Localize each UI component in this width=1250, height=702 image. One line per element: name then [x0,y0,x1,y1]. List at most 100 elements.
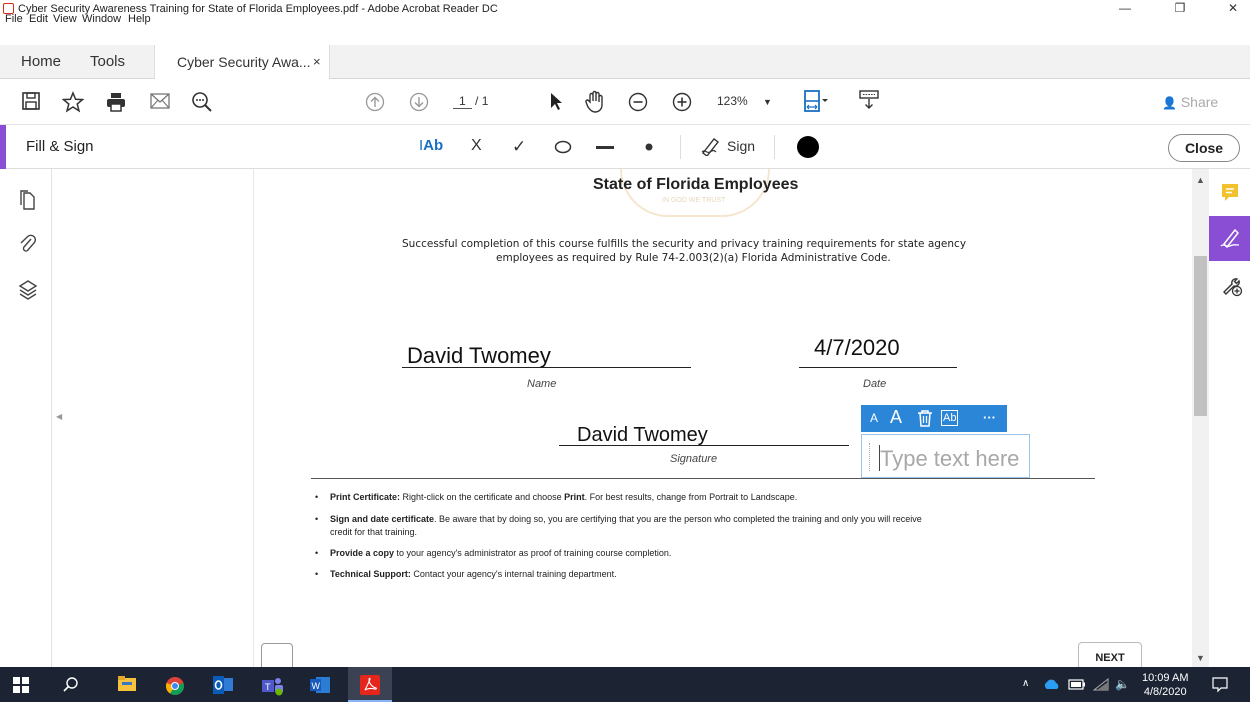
scrollbar-thumb[interactable] [1194,256,1207,416]
email-icon[interactable] [150,93,170,109]
outlook-icon[interactable] [213,676,233,694]
toolbar-divider [680,135,681,159]
system-clock[interactable]: 10:09 AM 4/8/2020 [1142,671,1188,699]
tab-document[interactable]: Cyber Security Awa... × [154,45,330,79]
date-field-value[interactable]: 4/7/2020 [814,335,900,361]
date-label: Date [863,378,887,390]
navigation-pane-toggle[interactable]: ◀ [52,169,66,667]
restore-button[interactable]: ❐ [1163,0,1197,16]
menu-file[interactable]: File [5,13,23,25]
layers-icon[interactable] [18,279,38,301]
bookmark-star-icon[interactable] [62,91,84,113]
scroll-up-icon[interactable]: ▲ [1196,175,1205,185]
pen-sign-icon [700,136,724,156]
zoom-out-icon[interactable] [628,92,648,112]
signature-field-value[interactable]: David Twomey [577,424,708,447]
name-field-value[interactable]: David Twomey [407,343,551,369]
delete-trash-icon[interactable] [916,409,934,427]
text-field-input[interactable]: Type text here [861,434,1030,478]
menu-edit[interactable]: Edit [29,13,48,25]
comment-icon[interactable] [1221,183,1239,203]
tab-tools[interactable]: Tools [90,53,125,70]
select-cursor-icon[interactable] [548,92,564,112]
increase-font-button[interactable]: A [890,407,902,428]
bullet-text: . Be aware that by doing so, you are cer… [434,514,922,524]
comb-field-button[interactable]: Ab [941,410,959,426]
svg-text:W: W [312,681,321,691]
page-number-input[interactable]: 1 [453,94,472,109]
bullet-provide-copy: • Provide a copy to your agency's adminis… [315,548,672,558]
battery-icon[interactable] [1068,679,1086,690]
menu-help[interactable]: Help [128,13,151,25]
fit-page-icon[interactable] [803,89,829,115]
print-icon[interactable] [105,91,127,113]
color-picker[interactable] [797,136,819,158]
file-explorer-icon[interactable] [118,676,136,694]
tab-home[interactable]: Home [21,53,61,70]
drag-handle[interactable] [869,443,871,471]
line-tool-icon[interactable] [596,146,614,150]
text-caret [879,445,880,471]
zoom-in-icon[interactable] [672,92,692,112]
volume-icon[interactable]: 🔈 [1115,677,1130,691]
menu-view[interactable]: View [53,13,77,25]
close-window-button[interactable]: ✕ [1216,0,1250,16]
cross-tool[interactable]: X [471,137,482,155]
zoom-value: 123% [717,94,748,108]
next-button[interactable]: NEXT [1078,642,1142,670]
name-line [402,367,691,368]
hand-tool-icon[interactable] [584,90,606,114]
vertical-scrollbar[interactable]: ▲ ▼ [1192,169,1209,667]
acrobat-taskbar-button[interactable] [348,667,392,702]
minimize-button[interactable]: — [1108,0,1142,16]
fill-sign-title: Fill & Sign [26,138,94,155]
teams-icon[interactable]: T [262,676,283,696]
svg-text:T: T [265,682,271,692]
onedrive-cloud-icon[interactable] [1043,679,1061,690]
close-fill-sign-button[interactable]: Close [1168,134,1240,162]
acrobat-icon [360,675,380,695]
bullet-text: . For best results, change from Portrait… [584,492,798,502]
fill-sign-tool-active[interactable] [1209,216,1250,261]
chrome-icon[interactable] [165,676,185,696]
share-button[interactable]: 👤 Share [1162,94,1218,110]
more-tools-icon[interactable] [1221,275,1243,297]
bullet-bold: Sign and date certificate [330,514,435,524]
bullet-sign-date-line2: credit for that training. [330,527,417,537]
menu-bar: File Edit View Window Help [0,13,1250,45]
search-zoom-icon[interactable] [191,91,213,113]
word-icon[interactable]: W [310,676,330,694]
reading-mode-icon[interactable] [858,88,880,112]
search-icon[interactable] [62,676,80,694]
decrease-font-button[interactable]: A [870,411,878,425]
tab-close-button[interactable]: × [313,54,321,69]
wifi-icon[interactable] [1093,678,1109,691]
signature-label: Signature [670,453,718,465]
bullet-print-certificate: • Print Certificate: Right-click on the c… [315,492,798,502]
zoom-select[interactable]: 123% ▼ [717,94,772,108]
text-field-toolbar: A A Ab ··· [861,405,1007,432]
bullet-bold: Technical Support: [330,569,411,579]
bullet-bold: Print [564,492,585,502]
page-thumbnails-icon[interactable] [18,189,36,211]
menu-window[interactable]: Window [82,13,121,25]
action-center-notification-icon[interactable] [1212,677,1228,693]
tab-document-label: Cyber Security Awa... [177,54,311,70]
attachments-paperclip-icon[interactable] [18,232,36,254]
more-options-button[interactable]: ··· [983,410,996,425]
ellipse-tool-icon[interactable] [554,140,572,154]
bullet-text: to your agency's administrator as proof … [394,548,672,558]
previous-page-icon[interactable] [365,92,385,112]
check-tool[interactable]: ✓ [512,137,526,157]
add-text-tool[interactable]: IAb [419,137,443,154]
next-page-icon[interactable] [409,92,429,112]
windows-start-icon[interactable] [13,677,31,695]
dot-tool-icon[interactable] [645,143,653,151]
show-hidden-icons-chevron[interactable]: ∧ [1022,678,1029,689]
bullet-text: credit for that training. [330,527,418,537]
name-label: Name [527,378,557,390]
section-divider [311,478,1095,479]
save-icon[interactable] [21,91,41,111]
bullet-text: Right-click on the certificate and choos… [400,492,565,502]
scroll-down-icon[interactable]: ▼ [1196,653,1205,663]
